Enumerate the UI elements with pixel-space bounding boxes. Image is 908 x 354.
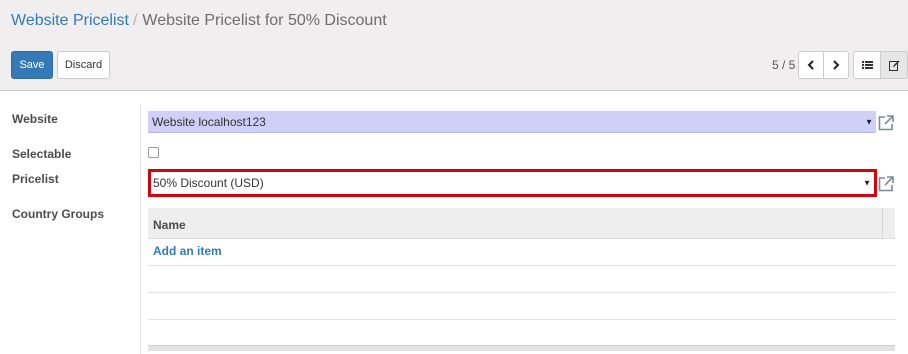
selectable-checkbox[interactable] [148,147,159,158]
table-row [148,293,895,320]
pager-next-button[interactable] [823,51,849,79]
table-row [148,266,895,293]
save-button[interactable]: Save [11,51,53,79]
form-view-button[interactable] [880,51,908,79]
table-row [148,239,895,266]
pager-value: 5 / 5 [772,58,796,72]
add-an-item-link[interactable]: Add an item [153,244,222,258]
column-header-name[interactable]: Name [153,218,186,232]
pricelist-select-value: 50% Discount (USD) [153,176,264,190]
chevron-right-icon [833,60,840,70]
list-view-button[interactable] [853,51,881,79]
list-icon [861,61,873,69]
country-groups-table-header: Name [148,208,895,239]
dropdown-caret-icon: ▼ [863,178,871,188]
external-link-icon[interactable] [877,114,895,132]
control-panel: Website Pricelist / Website Pricelist for … [0,0,908,91]
horizontal-scrollbar[interactable] [148,345,895,351]
country-groups-label: Country Groups [12,207,104,221]
breadcrumb-separator: / [132,12,138,29]
breadcrumb-current: Website Pricelist for 50% Discount [142,12,387,29]
pricelist-select[interactable]: 50% Discount (USD) ▼ [148,169,877,197]
discard-button[interactable]: Discard [57,51,110,79]
external-link-icon[interactable] [877,175,895,193]
pager-previous-button[interactable] [798,51,824,79]
selectable-label: Selectable [12,147,72,161]
chevron-left-icon [807,60,814,70]
website-select-value: Website localhost123 [152,114,266,129]
breadcrumb-parent-link[interactable]: Website Pricelist [11,12,129,29]
website-select[interactable]: Website localhost123 ▼ [148,111,876,133]
breadcrumb: Website Pricelist / Website Pricelist for … [11,12,387,30]
edit-icon [888,60,899,71]
pricelist-label: Pricelist [12,172,59,186]
dropdown-caret-icon: ▼ [865,117,873,126]
column-divider [140,104,141,354]
website-label: Website [12,112,58,126]
column-header-divider [882,208,883,239]
